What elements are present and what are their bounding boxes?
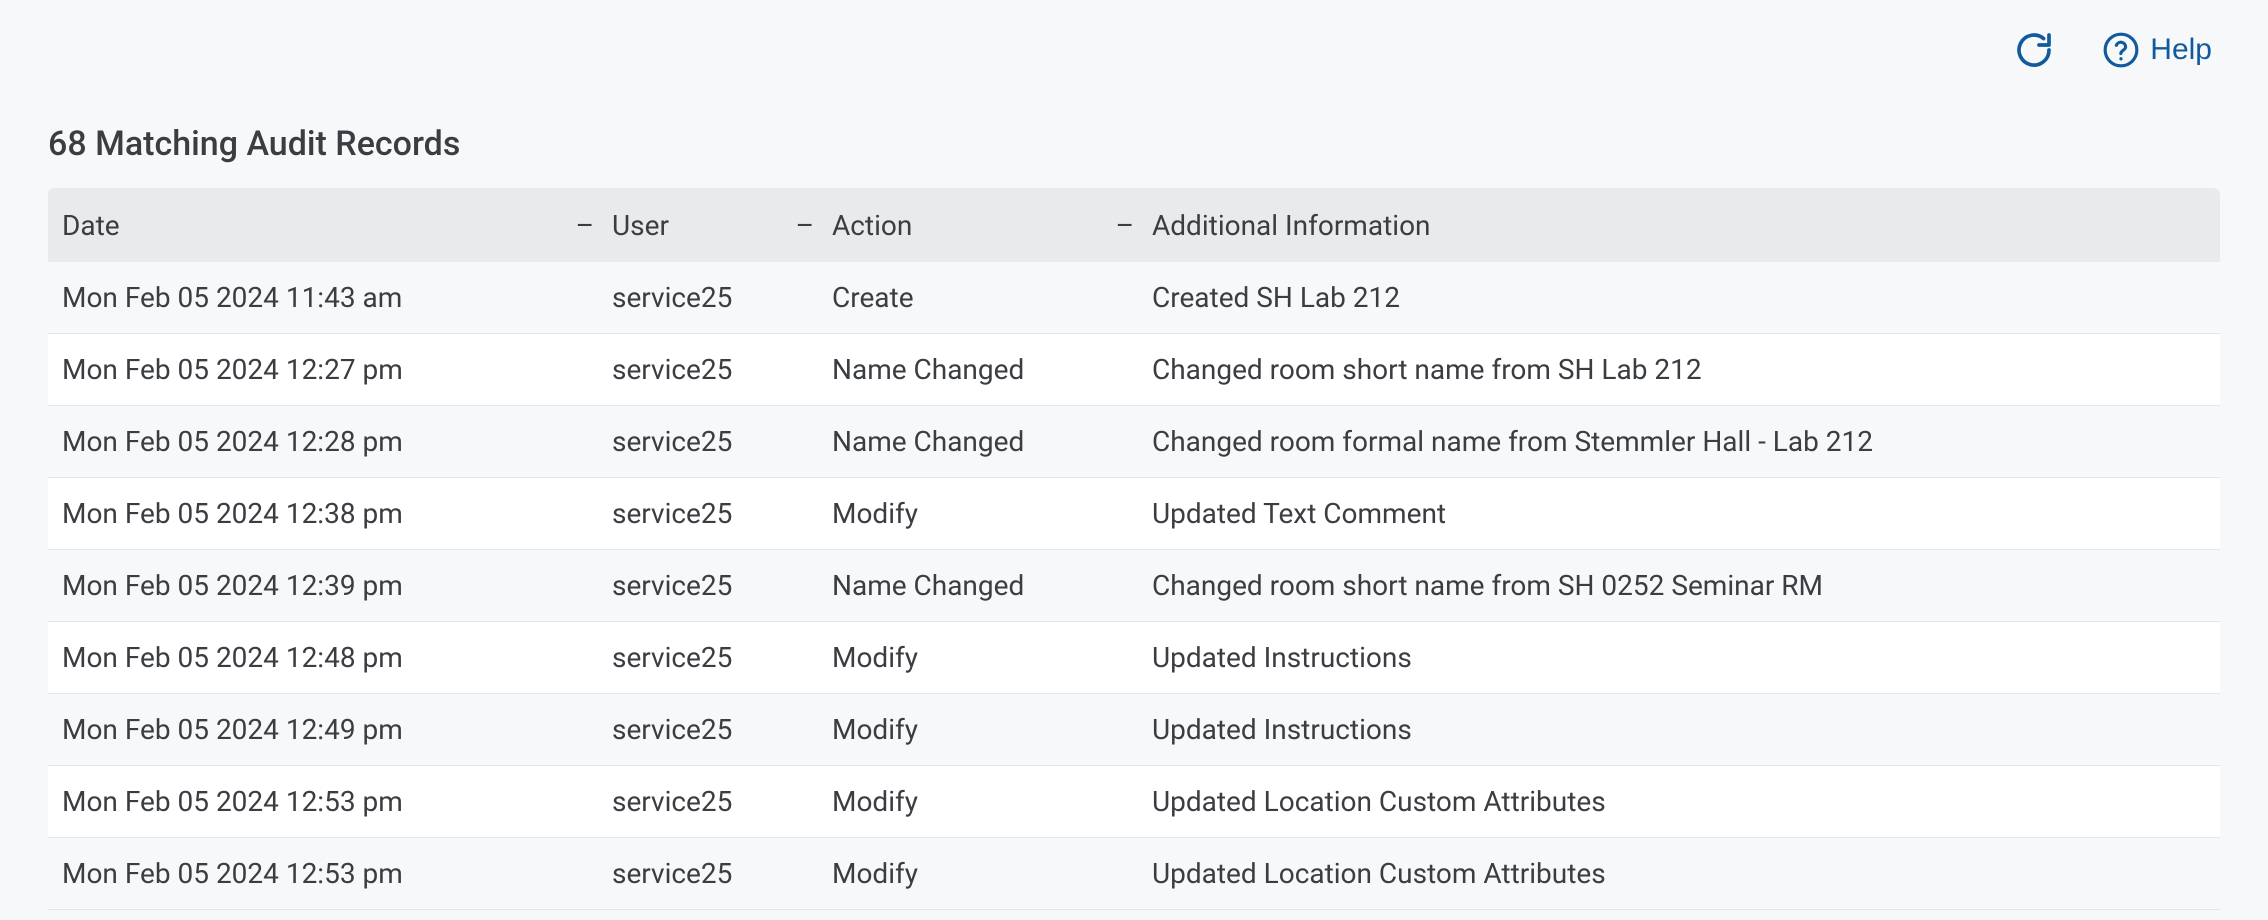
table-row: Mon Feb 05 2024 12:53 pmservice25ModifyU… bbox=[48, 766, 2220, 838]
cell-date: Mon Feb 05 2024 11:43 am bbox=[62, 281, 612, 314]
help-button[interactable]: Help bbox=[2102, 31, 2212, 69]
cell-user: service25 bbox=[612, 353, 832, 386]
page-title: 68 Matching Audit Records bbox=[48, 124, 2220, 164]
column-header-label: User bbox=[612, 209, 669, 242]
cell-info: Changed room short name from SH Lab 212 bbox=[1152, 353, 2206, 386]
cell-date: Mon Feb 05 2024 12:28 pm bbox=[62, 425, 612, 458]
cell-action: Modify bbox=[832, 857, 1152, 890]
table-row: Mon Feb 05 2024 12:28 pmservice25Name Ch… bbox=[48, 406, 2220, 478]
help-label: Help bbox=[2150, 33, 2212, 67]
cell-user: service25 bbox=[612, 497, 832, 530]
audit-table: Date – User – Action – Additional Inform… bbox=[48, 188, 2220, 910]
column-header-label: Additional Information bbox=[1152, 209, 1431, 242]
table-row: Mon Feb 05 2024 12:38 pmservice25ModifyU… bbox=[48, 478, 2220, 550]
cell-user: service25 bbox=[612, 857, 832, 890]
column-header-date[interactable]: Date – bbox=[62, 209, 612, 242]
table-row: Mon Feb 05 2024 12:49 pmservice25ModifyU… bbox=[48, 694, 2220, 766]
cell-user: service25 bbox=[612, 569, 832, 602]
table-row: Mon Feb 05 2024 12:53 pmservice25ModifyU… bbox=[48, 838, 2220, 910]
cell-action: Create bbox=[832, 281, 1152, 314]
cell-date: Mon Feb 05 2024 12:53 pm bbox=[62, 857, 612, 890]
sort-indicator-icon: – bbox=[1116, 209, 1134, 242]
column-header-action[interactable]: Action – bbox=[832, 209, 1152, 242]
column-header-info[interactable]: Additional Information bbox=[1152, 209, 2206, 242]
cell-action: Name Changed bbox=[832, 569, 1152, 602]
cell-info: Changed room short name from SH 0252 Sem… bbox=[1152, 569, 2206, 602]
table-header: Date – User – Action – Additional Inform… bbox=[48, 188, 2220, 262]
cell-action: Modify bbox=[832, 497, 1152, 530]
refresh-button[interactable] bbox=[2014, 30, 2054, 70]
column-header-label: Action bbox=[832, 209, 912, 242]
sort-indicator-icon: – bbox=[576, 209, 594, 242]
page-action-bar: Help bbox=[48, 30, 2220, 70]
cell-info: Updated Location Custom Attributes bbox=[1152, 785, 2206, 818]
sort-indicator-icon: – bbox=[796, 209, 814, 242]
table-row: Mon Feb 05 2024 12:48 pmservice25ModifyU… bbox=[48, 622, 2220, 694]
cell-date: Mon Feb 05 2024 12:27 pm bbox=[62, 353, 612, 386]
cell-action: Modify bbox=[832, 641, 1152, 674]
column-header-user[interactable]: User – bbox=[612, 209, 832, 242]
cell-user: service25 bbox=[612, 713, 832, 746]
cell-date: Mon Feb 05 2024 12:39 pm bbox=[62, 569, 612, 602]
table-row: Mon Feb 05 2024 12:39 pmservice25Name Ch… bbox=[48, 550, 2220, 622]
cell-date: Mon Feb 05 2024 12:53 pm bbox=[62, 785, 612, 818]
cell-action: Name Changed bbox=[832, 353, 1152, 386]
cell-info: Changed room formal name from Stemmler H… bbox=[1152, 425, 2206, 458]
column-header-label: Date bbox=[62, 209, 120, 242]
cell-info: Updated Instructions bbox=[1152, 641, 2206, 674]
cell-date: Mon Feb 05 2024 12:49 pm bbox=[62, 713, 612, 746]
refresh-icon bbox=[2014, 30, 2054, 70]
cell-user: service25 bbox=[612, 281, 832, 314]
cell-info: Updated Location Custom Attributes bbox=[1152, 857, 2206, 890]
table-row: Mon Feb 05 2024 11:43 amservice25CreateC… bbox=[48, 262, 2220, 334]
cell-info: Created SH Lab 212 bbox=[1152, 281, 2206, 314]
cell-action: Modify bbox=[832, 785, 1152, 818]
cell-date: Mon Feb 05 2024 12:38 pm bbox=[62, 497, 612, 530]
cell-user: service25 bbox=[612, 425, 832, 458]
help-icon bbox=[2102, 31, 2140, 69]
table-body: Mon Feb 05 2024 11:43 amservice25CreateC… bbox=[48, 262, 2220, 910]
cell-user: service25 bbox=[612, 785, 832, 818]
cell-info: Updated Instructions bbox=[1152, 713, 2206, 746]
table-row: Mon Feb 05 2024 12:27 pmservice25Name Ch… bbox=[48, 334, 2220, 406]
cell-action: Modify bbox=[832, 713, 1152, 746]
cell-date: Mon Feb 05 2024 12:48 pm bbox=[62, 641, 612, 674]
cell-action: Name Changed bbox=[832, 425, 1152, 458]
cell-info: Updated Text Comment bbox=[1152, 497, 2206, 530]
cell-user: service25 bbox=[612, 641, 832, 674]
